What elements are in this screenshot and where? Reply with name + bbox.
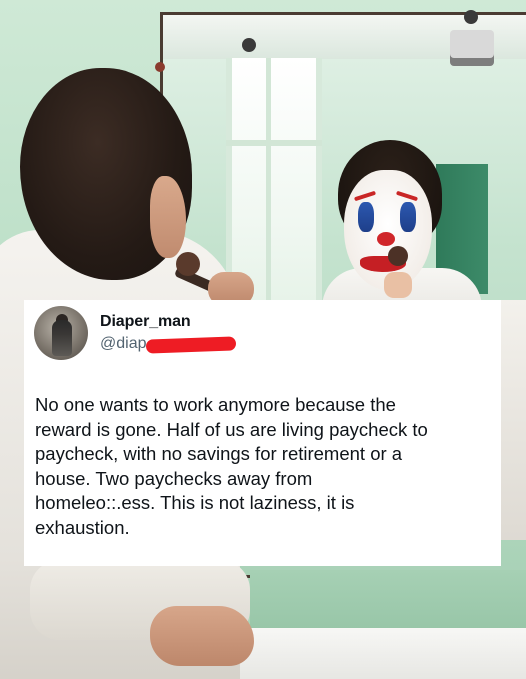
ceiling-device [450,30,494,66]
display-name[interactable]: Diaper_man [100,313,191,331]
window-mullion [266,58,271,318]
clown-eye-right [400,202,416,232]
clown-face [344,170,432,290]
window-crossbar [226,140,322,146]
redaction-mark [145,336,237,354]
mirror-bolt [242,38,256,52]
user-handle[interactable]: @diap [100,335,147,352]
reflection-shoulder [498,300,526,540]
mirror-corner-bolt [155,62,165,72]
ceiling-fixture [464,10,478,24]
man-hand-on-counter [150,606,254,666]
tweet-text: No one wants to work anymore because the… [35,394,428,538]
tweet-card: Diaper_man @diap No one wants to work an… [24,300,501,566]
clown-eye-left [358,202,374,232]
clown-nose [377,232,395,246]
avatar[interactable] [34,306,88,360]
avatar-figure [52,320,72,356]
reflection-hand [384,272,412,298]
reflection-makeup-brush [388,246,408,266]
handle-row: @diap [100,335,237,355]
makeup-brush-tip [176,252,200,276]
lower-wall [250,570,526,630]
